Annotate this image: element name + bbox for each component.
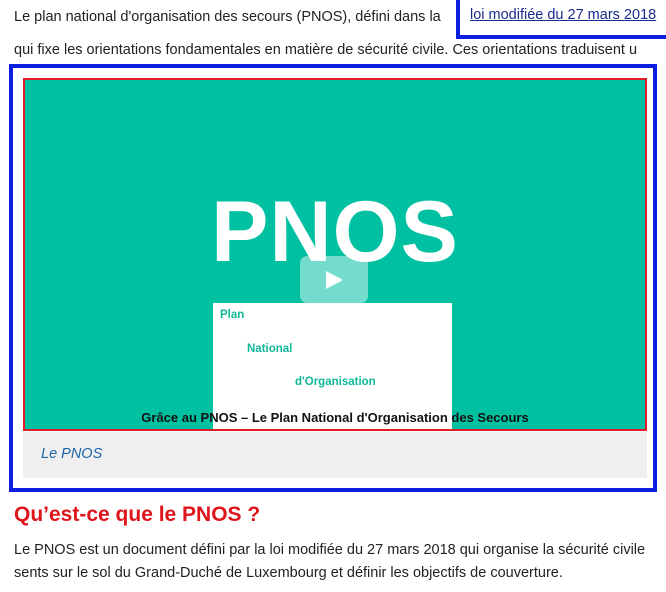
law-link[interactable]: loi modifiée du 27 mars 2018 xyxy=(470,7,656,23)
video-overlay-caption: Grâce au PNOS – Le Plan National d'Organ… xyxy=(141,410,529,425)
section-paragraph-line-1: Le PNOS est un document défini par la lo… xyxy=(14,542,646,558)
play-button[interactable] xyxy=(300,256,368,303)
section-paragraph-line-2: sents sur le sol du Grand-Duché de Luxem… xyxy=(14,565,563,581)
video-figure-highlight: PNOS Plan National d'Organisation Grâce … xyxy=(9,64,657,492)
video-thumbnail: PNOS Plan National d'Organisation Grâce … xyxy=(27,82,643,429)
intro-paragraph-line-2: qui fixe les orientations fondamentales … xyxy=(14,42,638,58)
figure-caption-bar: Le PNOS xyxy=(23,432,647,478)
card-word-plan: Plan xyxy=(220,309,245,321)
video-player[interactable]: PNOS Plan National d'Organisation Grâce … xyxy=(23,78,647,431)
law-link-highlight: loi modifiée du 27 mars 2018 xyxy=(456,0,666,39)
card-word-organisation: d'Organisation xyxy=(295,376,376,388)
intro-paragraph-line-1: Le plan national d'organisation des seco… xyxy=(14,9,441,25)
play-icon xyxy=(326,270,343,289)
figure-caption: Le PNOS xyxy=(41,446,103,462)
section-heading: Qu’est-ce que le PNOS ? xyxy=(14,503,261,526)
card-word-national: National xyxy=(247,343,293,355)
